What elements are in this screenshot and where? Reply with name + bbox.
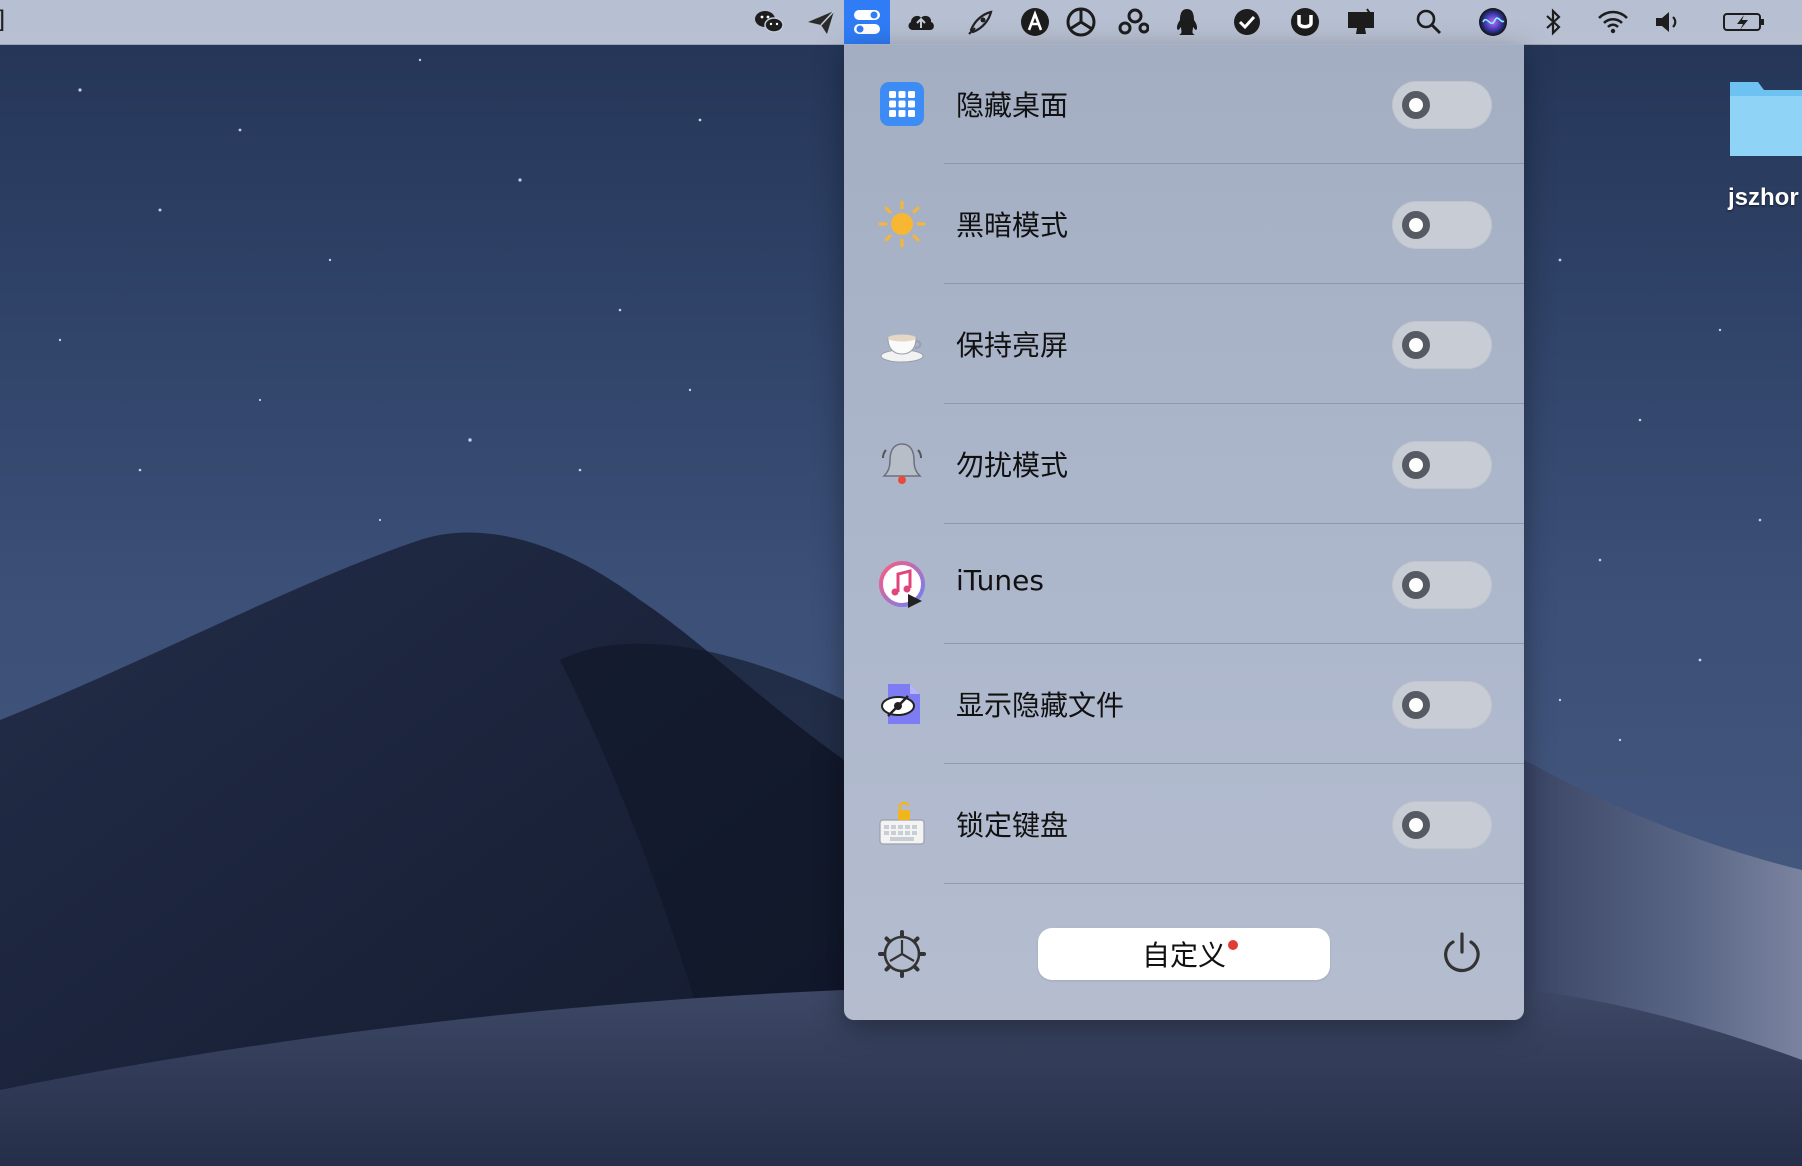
sun-icon — [878, 200, 926, 248]
u-shield-icon[interactable] — [1282, 0, 1328, 44]
toggle-knob — [1402, 571, 1430, 599]
toggle-label: 隐藏桌面 — [956, 89, 1069, 122]
menubar-left-glyph: ] — [0, 6, 5, 34]
checkmark-badge-icon[interactable] — [1224, 0, 1270, 44]
gear-icon — [878, 930, 926, 978]
bell-icon — [878, 440, 926, 488]
send-icon[interactable] — [798, 0, 844, 44]
qq-penguin-icon[interactable] — [1164, 0, 1210, 44]
toggle-row-itunes[interactable]: iTunes — [844, 524, 1524, 644]
wechat-icon[interactable] — [746, 0, 792, 44]
power-icon — [1444, 932, 1480, 973]
bluetooth-icon[interactable] — [1530, 0, 1576, 44]
customize-label: 自定义 — [1141, 939, 1226, 972]
toggle-switch[interactable] — [1392, 801, 1492, 849]
toggle-label: iTunes — [956, 564, 1044, 597]
toggle-switch[interactable] — [1392, 681, 1492, 729]
toggle-label: 锁定键盘 — [956, 809, 1069, 842]
toggle-label: 黑暗模式 — [956, 209, 1069, 242]
cloud-upload-icon[interactable] — [898, 0, 944, 44]
folder-label: jszhor — [1728, 184, 1799, 211]
folder-icon — [1730, 82, 1802, 156]
toggle-switch[interactable] — [1392, 441, 1492, 489]
display-icon[interactable] — [1338, 0, 1384, 44]
toggles-popup-panel: 隐藏桌面 黑暗模式 保持亮屏 勿扰模式 iTunes 显示隐藏文件 锁定键盘 自… — [844, 44, 1524, 1020]
desktop-folder[interactable]: jszhor — [1726, 68, 1802, 218]
quit-button[interactable] — [1438, 930, 1486, 978]
toggle-knob — [1402, 691, 1430, 719]
satellite-icon[interactable] — [958, 0, 1004, 44]
linked-circles-icon[interactable] — [1110, 0, 1156, 44]
toggle-switch[interactable] — [1392, 81, 1492, 129]
customize-button[interactable]: 自定义 — [1038, 928, 1330, 980]
wifi-icon[interactable] — [1590, 0, 1636, 44]
siri-icon[interactable] — [1470, 0, 1516, 44]
search-icon[interactable] — [1406, 0, 1452, 44]
row-divider — [944, 883, 1524, 884]
toggle-row-keep-awake[interactable]: 保持亮屏 — [844, 284, 1524, 404]
toggle-switch[interactable] — [1392, 201, 1492, 249]
itunes-icon — [878, 560, 926, 608]
grid-icon — [878, 80, 926, 128]
notification-badge — [1228, 940, 1238, 950]
yinyang-icon[interactable] — [1058, 0, 1104, 44]
app-a-icon[interactable] — [1012, 0, 1058, 44]
keyboard-lock-icon — [878, 800, 926, 848]
toggles-icon[interactable] — [844, 0, 890, 44]
toggle-label: 勿扰模式 — [956, 449, 1069, 482]
toggle-row-do-not-disturb[interactable]: 勿扰模式 — [844, 404, 1524, 524]
toggle-switch[interactable] — [1392, 561, 1492, 609]
toggle-row-show-hidden-files[interactable]: 显示隐藏文件 — [844, 644, 1524, 764]
toggle-row-lock-keyboard[interactable]: 锁定键盘 — [844, 764, 1524, 884]
toggle-row-dark-mode[interactable]: 黑暗模式 — [844, 164, 1524, 284]
menu-bar: ] — [0, 0, 1802, 45]
toggle-knob — [1402, 211, 1430, 239]
toggle-knob — [1402, 331, 1430, 359]
battery-charging-icon — [1716, 0, 1772, 44]
toggle-switch[interactable] — [1392, 321, 1492, 369]
toggle-label: 显示隐藏文件 — [956, 689, 1125, 722]
coffee-cup-icon — [878, 320, 926, 368]
settings-button[interactable] — [878, 930, 926, 978]
volume-icon[interactable] — [1644, 0, 1690, 44]
toggle-knob — [1402, 451, 1430, 479]
toggle-knob — [1402, 811, 1430, 839]
hidden-eye-icon — [878, 680, 926, 728]
toggle-label: 保持亮屏 — [956, 329, 1069, 362]
toggle-row-hide-desktop[interactable]: 隐藏桌面 — [844, 44, 1524, 164]
toggle-knob — [1402, 91, 1430, 119]
